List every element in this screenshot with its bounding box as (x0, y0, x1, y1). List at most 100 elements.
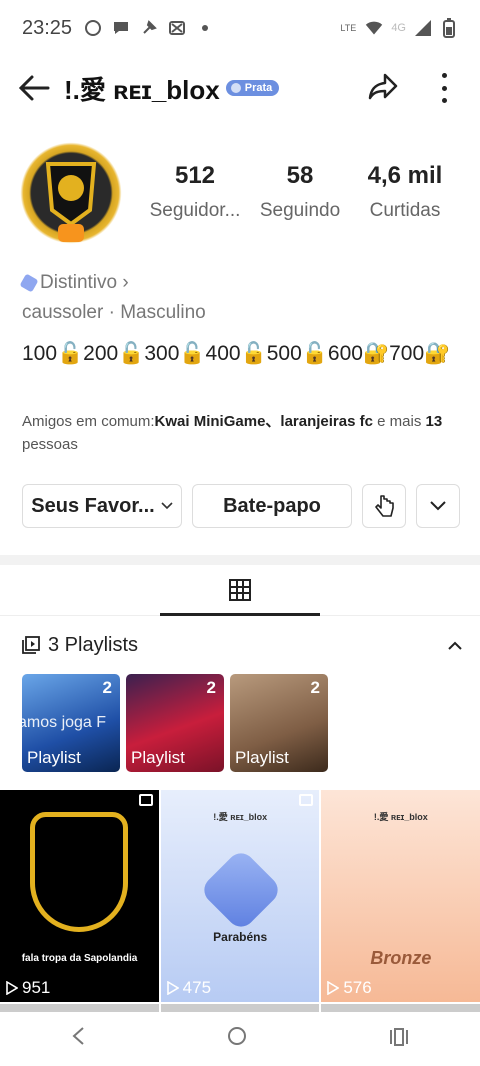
view-count: 951 (6, 978, 50, 998)
hexagon-icon (19, 273, 39, 293)
share-button[interactable] (366, 70, 402, 106)
playlist-item[interactable]: 2 Playlist (230, 674, 328, 772)
playlist-label: Playlist (131, 748, 185, 767)
next-row-peek (0, 1004, 480, 1012)
lion-emblem (30, 812, 128, 932)
playlists-header[interactable]: 3 Playlists (22, 628, 462, 662)
hand-pointer-icon (375, 495, 394, 517)
chevron-left-icon (72, 1027, 84, 1045)
mutual-suffix: pessoas (22, 436, 78, 453)
following-label: Seguindo (259, 200, 341, 221)
chat-button[interactable]: Bate-papo (192, 484, 352, 528)
dot-icon (196, 19, 214, 37)
favorites-label: Seus Favor... (31, 494, 155, 517)
status-bar: 23:25 LTE 4G (0, 0, 480, 56)
play-icon (327, 981, 340, 995)
playlist-icon (22, 636, 40, 654)
video-caption: Parabéns (213, 930, 268, 944)
lion-logo-icon (45, 162, 97, 227)
message-icon (112, 19, 130, 37)
share-icon (368, 73, 398, 100)
view-count-value: 576 (343, 978, 372, 997)
playlist-count: 2 (310, 678, 320, 697)
action-buttons: Seus Favor... Bate-papo (22, 484, 460, 528)
whatsapp-icon (84, 19, 102, 37)
level-badge[interactable]: Prata (225, 80, 280, 96)
avatar[interactable] (20, 142, 122, 244)
followers-stat[interactable]: 512 Seguidor... (140, 162, 250, 222)
medal-icon (230, 83, 241, 93)
clock: 23:25 (22, 16, 73, 39)
live-indicator (58, 224, 84, 242)
badge-link[interactable]: Distintivo › (19, 272, 129, 294)
page-title: !.愛 ʀᴇɪ_blox (64, 74, 220, 105)
likes-count: 4,6 mil (367, 162, 443, 189)
play-icon (6, 981, 18, 995)
following-stat[interactable]: 58 Seguindo (250, 162, 350, 222)
playlist-count: 2 (206, 678, 216, 697)
nav-home-button[interactable] (227, 1026, 247, 1052)
arrow-left-icon (18, 75, 50, 101)
more-dot (441, 85, 447, 91)
tab-videos-grid[interactable] (160, 566, 320, 616)
expand-button[interactable] (416, 484, 460, 528)
level-badge-label: Prata (244, 82, 273, 94)
favorites-button[interactable]: Seus Favor... (22, 484, 182, 528)
more-options-button[interactable] (434, 70, 454, 106)
wifi-icon (365, 19, 383, 37)
play-icon (166, 981, 179, 995)
followers-label: Seguidor... (149, 200, 241, 221)
grid-icon (229, 578, 251, 601)
playlist-overlay-text: amos joga F (22, 714, 107, 731)
video-grid: fala tropa da Sapolandia 951 !.愛 ʀᴇɪ_blo… (0, 790, 480, 1002)
mutual-middle: e mais (372, 413, 426, 430)
likes-stat[interactable]: 4,6 mil Curtidas (350, 162, 460, 222)
more-dot (441, 98, 447, 103)
back-button[interactable] (18, 70, 54, 106)
profile-bio: 100🔓200🔓300🔓400🔓500🔓600🔐700🔐 (22, 342, 451, 365)
view-count-value: 475 (182, 978, 212, 997)
playlists-title: 3 Playlists (48, 633, 139, 656)
video-header: !.愛 ʀᴇɪ_blox (373, 812, 428, 822)
playlist-list: amos joga F 2 Playlist 2 Playlist 2 Play… (22, 674, 328, 772)
playlist-label: Playlist (235, 748, 289, 767)
following-count: 58 (286, 162, 314, 189)
poke-button[interactable] (362, 484, 406, 528)
image-icon (299, 794, 314, 806)
recents-icon (390, 1028, 408, 1046)
playlist-item[interactable]: 2 Playlist (126, 674, 224, 772)
video-thumbnail[interactable]: fala tropa da Sapolandia 951 (0, 790, 159, 1002)
video-thumbnail[interactable]: !.愛 ʀᴇɪ_blox Bronze 576 (321, 790, 480, 1002)
mutual-count: 13 (425, 413, 443, 430)
nav-recents-button[interactable] (389, 1026, 409, 1052)
app-icon (168, 19, 186, 37)
chat-label: Bate-papo (223, 494, 321, 517)
playlist-item[interactable]: amos joga F 2 Playlist (22, 674, 120, 772)
network-type: 4G (391, 22, 406, 34)
profile-meta: caussoler · Masculino (22, 302, 206, 323)
view-count: 576 (327, 978, 372, 998)
image-icon (138, 794, 153, 806)
signal-icon (414, 19, 432, 37)
video-caption: fala tropa da Sapolandia (21, 953, 138, 964)
mutual-friends[interactable]: Amigos em comum:Kwai MiniGame、laranjeira… (22, 410, 462, 456)
mutual-names: Kwai MiniGame、laranjeiras fc (154, 413, 373, 430)
achievement-badge (198, 847, 284, 933)
tool-icon (140, 19, 158, 37)
circle-icon (228, 1027, 246, 1045)
playlist-label: Playlist (27, 748, 81, 767)
nav-back-button[interactable] (71, 1026, 85, 1052)
volte-icon: LTE (340, 23, 357, 33)
video-caption: Bronze (370, 948, 432, 968)
video-thumbnail[interactable]: !.愛 ʀᴇɪ_blox Parabéns 475 (160, 790, 320, 1002)
chevron-down-icon (161, 502, 173, 510)
view-count: 475 (166, 978, 212, 998)
chevron-down-icon (430, 501, 446, 511)
mutual-prefix: Amigos em comum: (22, 413, 155, 430)
chevron-up-icon[interactable] (448, 641, 462, 650)
more-dot (441, 73, 447, 78)
battery-icon (440, 18, 458, 38)
profile-stats: 512 Seguidor... 58 Seguindo 4,6 mil Curt… (140, 162, 470, 222)
view-count-value: 951 (22, 978, 51, 997)
video-header: !.愛 ʀᴇɪ_blox (213, 812, 268, 822)
